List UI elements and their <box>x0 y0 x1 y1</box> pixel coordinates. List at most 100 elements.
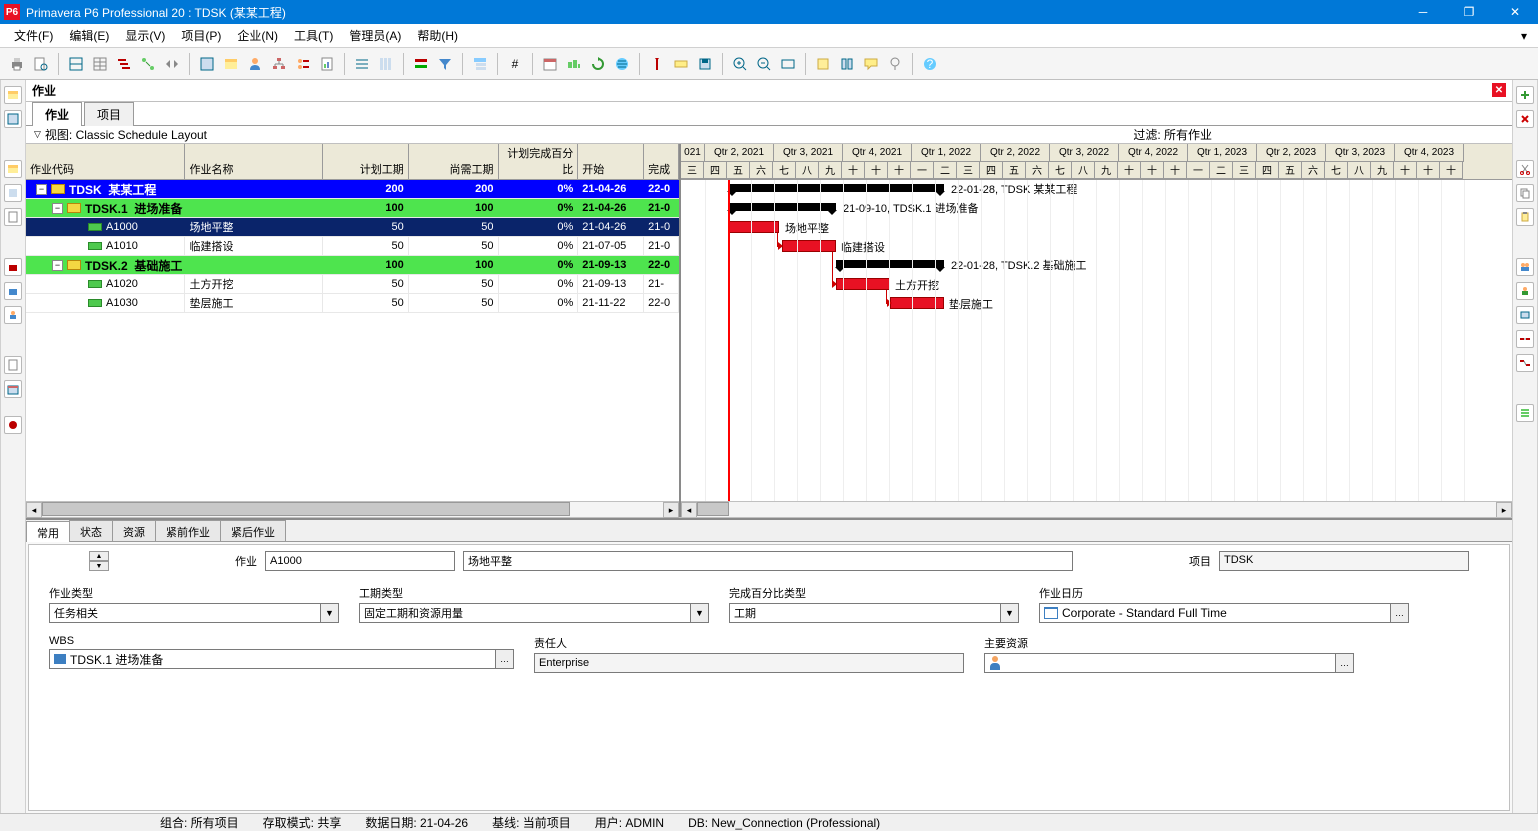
rail-btn-4[interactable] <box>4 184 22 202</box>
table-row[interactable]: −TDSK 某某工程2002000%21-04-2622-0 <box>26 180 679 199</box>
cal-picker[interactable]: Corporate - Standard Full Time… <box>1039 603 1409 623</box>
table-row[interactable]: −TDSK.1 进场准备1001000%21-04-2621-0 <box>26 199 679 218</box>
hash-icon[interactable]: # <box>504 53 526 75</box>
rail-paste-icon[interactable] <box>1516 208 1534 226</box>
expand-icon[interactable] <box>812 53 834 75</box>
collapse-icon[interactable] <box>836 53 858 75</box>
rail-btn-10[interactable] <box>4 380 22 398</box>
close-button[interactable]: ✕ <box>1492 0 1538 24</box>
spotlight-icon[interactable] <box>670 53 692 75</box>
activity-name-field[interactable] <box>463 551 1073 571</box>
rail-btn-1[interactable] <box>4 86 22 104</box>
dur-type-dropdown[interactable]: 固定工期和资源用量▼ <box>359 603 709 623</box>
table-row[interactable]: A1000场地平整50500%21-04-2621-0 <box>26 218 679 237</box>
menu-help[interactable]: 帮助(H) <box>409 27 466 44</box>
group-icon[interactable] <box>469 53 491 75</box>
gantt-hscroll[interactable]: ◂ ▸ <box>681 501 1512 517</box>
rail-copy-icon[interactable] <box>1516 184 1534 202</box>
tab-activities[interactable]: 作业 <box>32 102 82 126</box>
wbs-icon[interactable] <box>268 53 290 75</box>
table-icon[interactable] <box>89 53 111 75</box>
menu-project[interactable]: 项目(P) <box>173 27 229 44</box>
gantt-icon[interactable] <box>113 53 135 75</box>
update-icon[interactable] <box>587 53 609 75</box>
rail-btn-3[interactable] <box>4 160 22 178</box>
gantt-body[interactable]: 22-01-28, TDSK 某某工程 21-09-10, TDSK.1 进场准… <box>681 180 1512 501</box>
columns-icon[interactable] <box>375 53 397 75</box>
rail-btn-9[interactable] <box>4 356 22 374</box>
zoom-in-icon[interactable] <box>729 53 751 75</box>
rail-btn-8[interactable] <box>4 306 22 324</box>
rail-cut-icon[interactable] <box>1516 160 1534 178</box>
rail-btn-11[interactable] <box>4 416 22 434</box>
col-fin[interactable]: 完成 <box>644 144 679 179</box>
expand-toggle[interactable]: − <box>52 260 63 271</box>
chat-icon[interactable] <box>860 53 882 75</box>
bar-a1020[interactable] <box>836 278 890 290</box>
rail-btn-2[interactable] <box>4 110 22 128</box>
tab-projects[interactable]: 项目 <box>84 102 134 126</box>
rail-roles-icon[interactable] <box>1516 282 1534 300</box>
rail-btn-5[interactable] <box>4 208 22 226</box>
attach-icon[interactable] <box>884 53 906 75</box>
table-row[interactable]: A1030垫层施工50500%21-11-2222-0 <box>26 294 679 313</box>
col-pct[interactable]: 计划完成百分比 <box>499 144 579 179</box>
filter-icon[interactable] <box>434 53 456 75</box>
resources-icon[interactable] <box>244 53 266 75</box>
activity-spinner[interactable]: ▲▼ <box>89 551 109 571</box>
help-icon[interactable]: ? <box>919 53 941 75</box>
menu-file[interactable]: 文件(F) <box>6 27 61 44</box>
rail-pred-icon[interactable] <box>1516 330 1534 348</box>
table-hscroll[interactable]: ◂ ▸ <box>26 501 679 517</box>
rail-btn-6[interactable] <box>4 258 22 276</box>
gantt-scroll-left[interactable]: ◂ <box>681 502 697 517</box>
assignments-icon[interactable] <box>292 53 314 75</box>
zoom-out-icon[interactable] <box>753 53 775 75</box>
detail-tab-pred[interactable]: 紧前作业 <box>155 520 221 541</box>
res-picker[interactable]: … <box>984 653 1354 673</box>
level-icon[interactable] <box>563 53 585 75</box>
scroll-right[interactable]: ▸ <box>663 502 679 518</box>
layout-icon[interactable] <box>65 53 87 75</box>
print-icon[interactable] <box>6 53 28 75</box>
view-close-button[interactable]: ✕ <box>1492 83 1506 97</box>
rail-delete-icon[interactable] <box>1516 110 1534 128</box>
activity-id-field[interactable] <box>265 551 455 571</box>
menu-tools[interactable]: 工具(T) <box>286 27 341 44</box>
print-preview-icon[interactable] <box>30 53 52 75</box>
rail-succ-icon[interactable] <box>1516 354 1534 372</box>
relationship-icon[interactable] <box>137 53 159 75</box>
rail-add-icon[interactable] <box>1516 86 1534 104</box>
detail-tab-succ[interactable]: 紧后作业 <box>220 520 286 541</box>
pct-type-dropdown[interactable]: 工期▼ <box>729 603 1019 623</box>
scroll-left[interactable]: ◂ <box>26 502 42 518</box>
bar-a1010[interactable] <box>782 240 836 252</box>
reports-icon[interactable] <box>316 53 338 75</box>
expand-toggle[interactable]: − <box>36 184 47 195</box>
rail-codes-icon[interactable] <box>1516 306 1534 324</box>
trace-icon[interactable] <box>161 53 183 75</box>
col-rem[interactable]: 尚需工期 <box>409 144 499 179</box>
detail-tab-resources[interactable]: 资源 <box>112 520 156 541</box>
detail-tab-status[interactable]: 状态 <box>69 520 113 541</box>
col-orig[interactable]: 计划工期 <box>323 144 409 179</box>
gantt-scroll-right[interactable]: ▸ <box>1496 502 1512 517</box>
globalchange-icon[interactable] <box>611 53 633 75</box>
progress-icon[interactable] <box>646 53 668 75</box>
bar-wbs2[interactable] <box>836 260 944 268</box>
table-row[interactable]: −TDSK.2 基础施工1001000%21-09-1322-0 <box>26 256 679 275</box>
maximize-button[interactable]: ❐ <box>1446 0 1492 24</box>
activities-icon[interactable] <box>196 53 218 75</box>
expand-toggle[interactable]: − <box>52 203 63 214</box>
menu-admin[interactable]: 管理员(A) <box>341 27 409 44</box>
minimize-button[interactable]: ─ <box>1400 0 1446 24</box>
layout-dropdown[interactable]: ▽视图: Classic Schedule Layout <box>26 126 215 143</box>
detail-tab-general[interactable]: 常用 <box>26 521 70 542</box>
table-row[interactable]: A1010临建搭设50500%21-07-0521-0 <box>26 237 679 256</box>
zoom-fit-icon[interactable] <box>777 53 799 75</box>
timescale-icon[interactable] <box>351 53 373 75</box>
col-start[interactable]: 开始 <box>578 144 644 179</box>
act-type-dropdown[interactable]: 任务相关▼ <box>49 603 339 623</box>
bars-icon[interactable] <box>410 53 432 75</box>
menu-enterprise[interactable]: 企业(N) <box>229 27 286 44</box>
